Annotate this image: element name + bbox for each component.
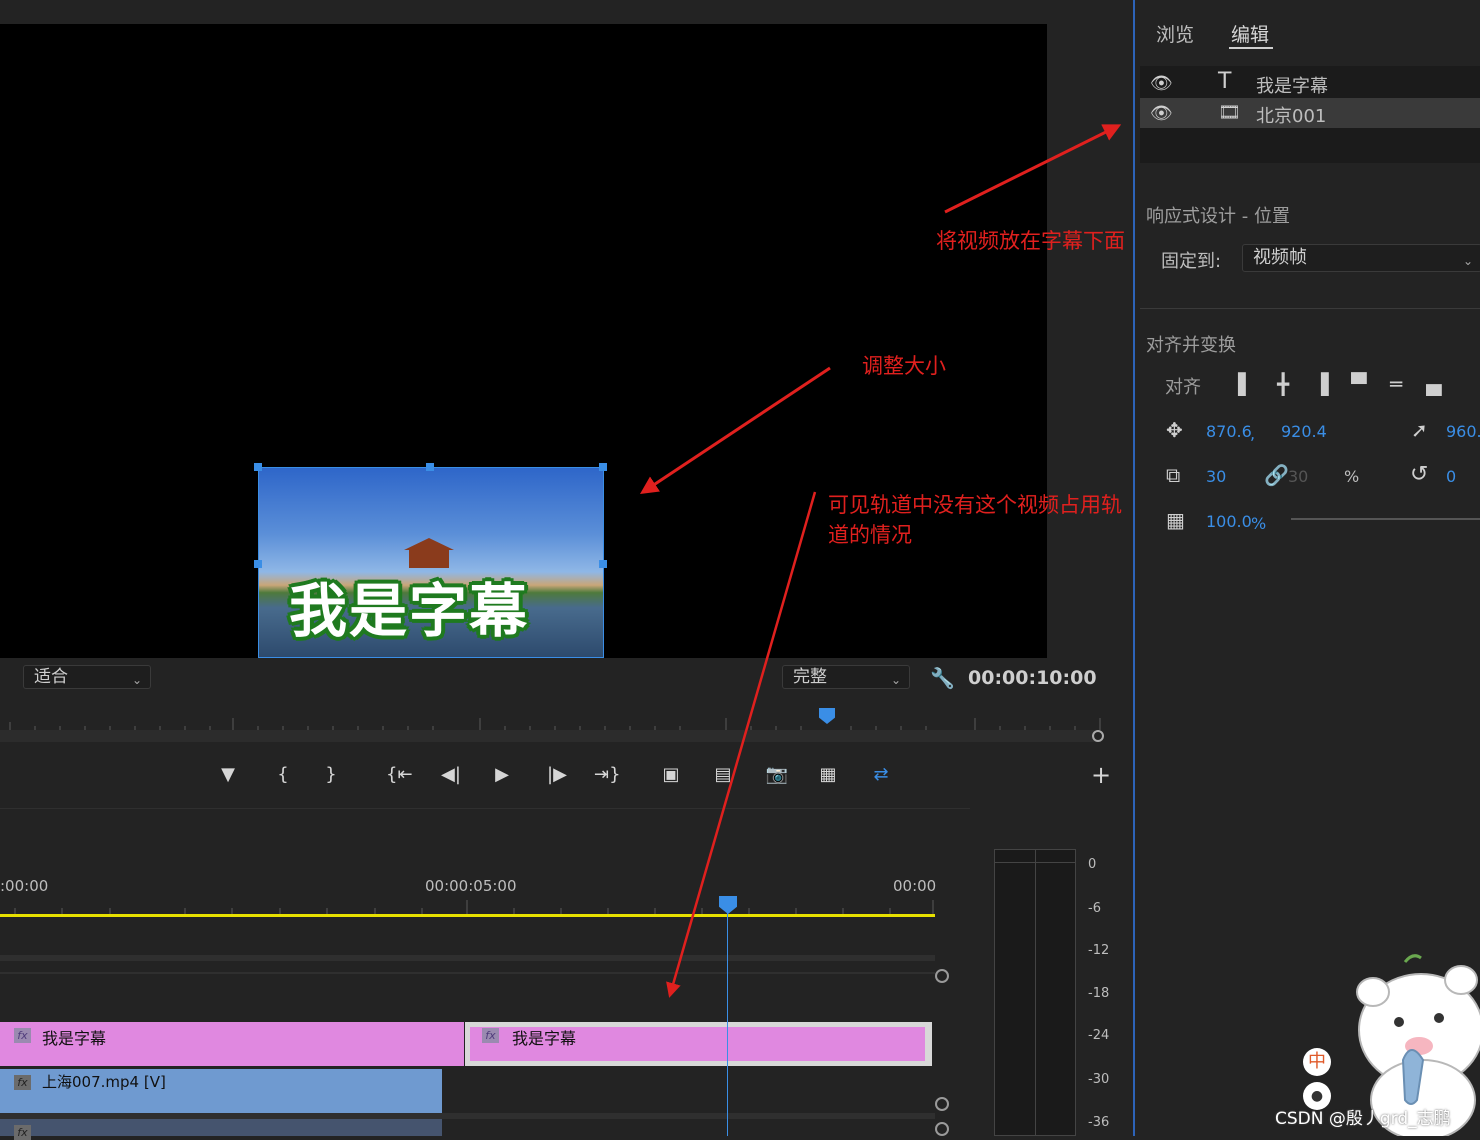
annotation-place-below: 将视频放在字幕下面 [936,229,1125,253]
ime-chinese-badge[interactable]: 中 [1303,1048,1331,1076]
csdn-watermark: CSDN @殷丿grd_志鹏 [1275,1109,1451,1129]
annotation-track-note: 可见轨道中没有这个视频占用轨道的情况 [828,493,1122,547]
annotation-resize: 调整大小 [862,354,946,378]
annotation-arrows [639,124,1122,998]
